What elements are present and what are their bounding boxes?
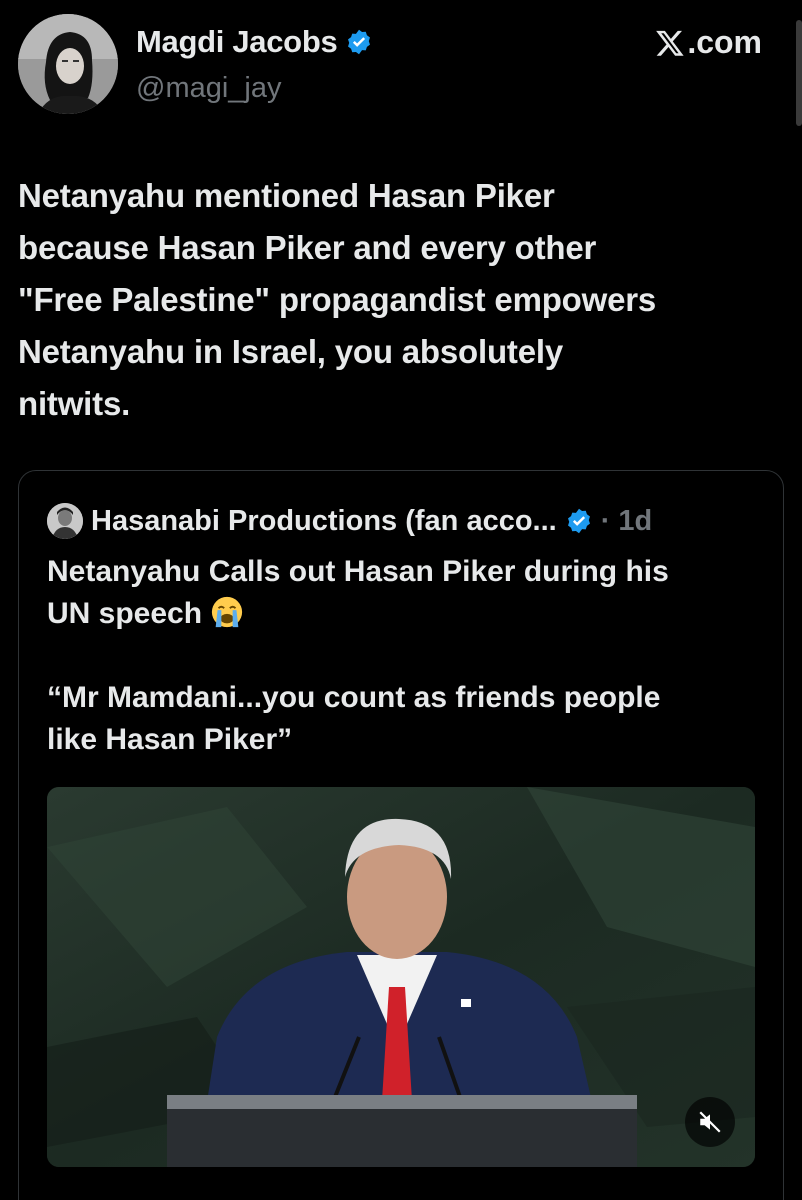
quoted-text-line: “Mr Mamdani...you count as friends peopl… [47,681,661,714]
verified-badge-icon [348,29,371,55]
author-handle[interactable]: @magi_jay [136,72,282,105]
quoted-author-avatar[interactable] [47,503,83,539]
tweet-screenshot: Magdi Jacobs @magi_jay .com Netanyahu me… [0,0,802,1200]
x-logo-icon [656,30,684,56]
quoted-title-text: UN speech [47,597,203,630]
loudly-crying-face-icon [212,596,243,628]
brand-logo: .com [655,24,762,61]
tweet-line: Netanyahu in Israel, you absolutely [18,333,563,370]
verified-badge-icon [567,508,590,534]
mute-toggle-button[interactable] [685,1097,735,1147]
tweet-line: because Hasan Piker and every other [18,229,597,266]
author-avatar[interactable] [18,14,118,114]
tweet-line: nitwits. [18,385,131,422]
quoted-tweet-header: Hasanabi Productions (fan acco... · 1d [47,503,652,539]
quoted-title-line: Netanyahu Calls out Hasan Piker during h… [47,555,669,588]
quoted-tweet-text: Netanyahu Calls out Hasan Piker during h… [47,551,767,761]
muted-speaker-icon [699,1111,721,1133]
tweet-line: "Free Palestine" propagandist empowers [18,281,657,318]
speaker-at-podium-image [47,787,755,1167]
quoted-timestamp[interactable]: · 1d [601,505,653,538]
quoted-author-name[interactable]: Hasanabi Productions (fan acco... [91,505,557,538]
quoted-tweet-card[interactable]: Hasanabi Productions (fan acco... · 1d N… [18,470,784,1200]
scroll-indicator[interactable] [796,20,802,126]
quoted-text-line: like Hasan Piker” [47,723,293,756]
tweet-text: Netanyahu mentioned Hasan Piker because … [18,170,788,430]
author-name-text[interactable]: Magdi Jacobs [136,24,338,60]
quoted-title-line: UN speech [47,593,767,635]
quoted-video-media[interactable] [47,787,755,1167]
brand-text: .com [687,24,762,60]
author-name[interactable]: Magdi Jacobs [136,24,373,60]
tweet-line: Netanyahu mentioned Hasan Piker [18,177,555,214]
